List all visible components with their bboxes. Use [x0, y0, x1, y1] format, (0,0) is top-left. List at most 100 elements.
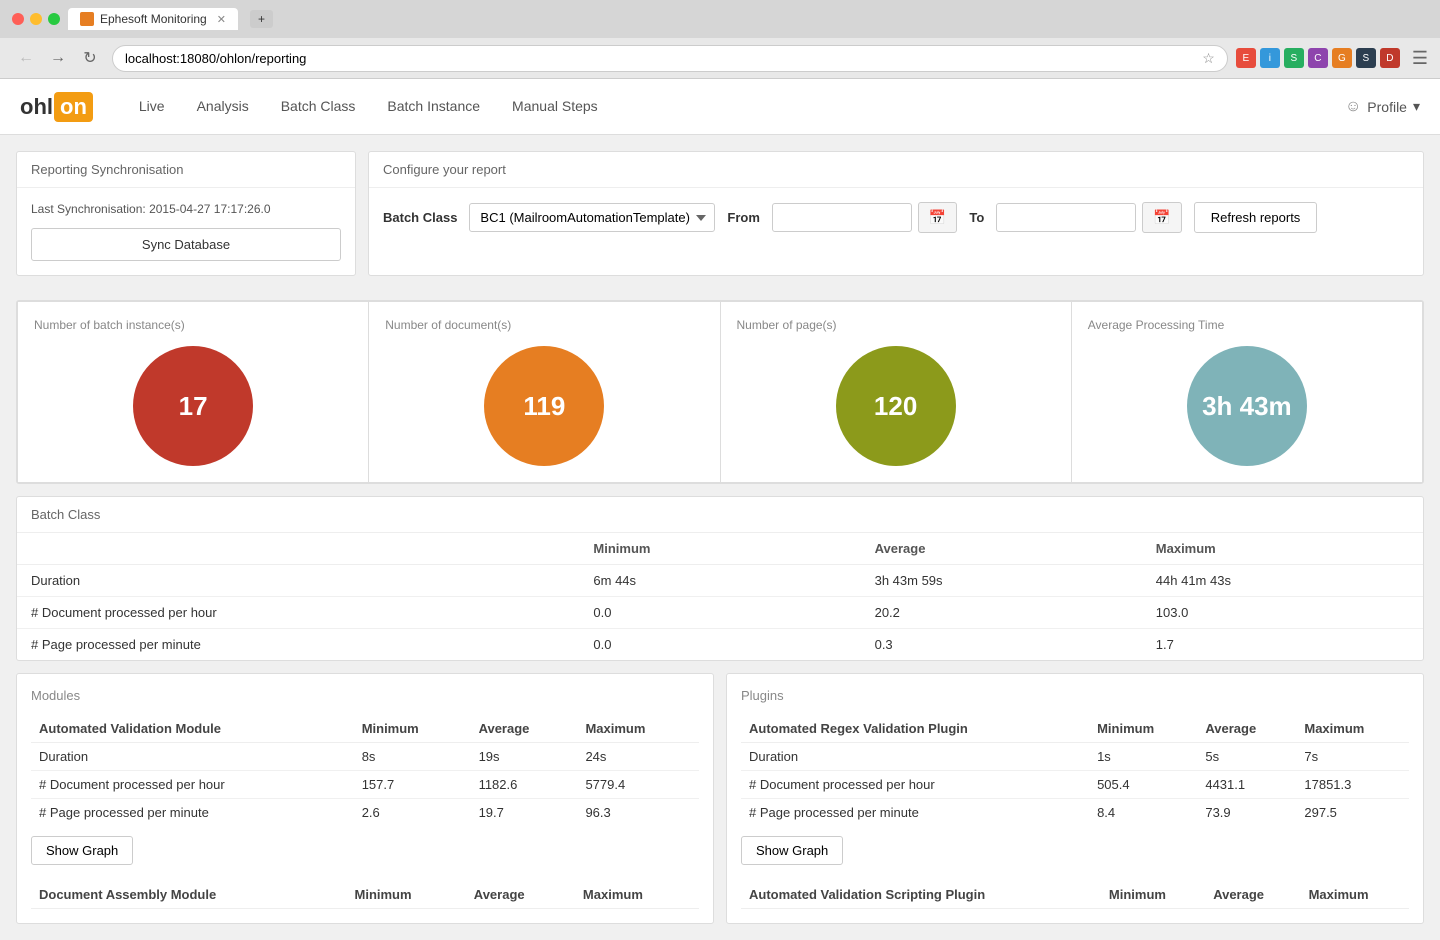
batch-class-panel-header: Batch Class: [17, 497, 1423, 533]
modules-panel: Modules Automated Validation Module Mini…: [16, 673, 714, 924]
batch-class-col-metric: [17, 533, 579, 565]
stat-label-processing-time: Average Processing Time: [1088, 318, 1225, 332]
avm-doc-per-hour-max: 5779.4: [577, 771, 699, 799]
extension-icon-6[interactable]: S: [1356, 48, 1376, 68]
stat-circle-wrap-pages: 120: [737, 346, 1055, 466]
nav-item-batch-class[interactable]: Batch Class: [265, 79, 372, 135]
stat-circle-wrap-batch-instances: 17: [34, 346, 352, 466]
avm-col-name: Automated Validation Module: [31, 715, 354, 743]
stat-card-pages: Number of page(s) 120: [721, 301, 1072, 483]
bottom-row: Modules Automated Validation Module Mini…: [16, 673, 1424, 924]
minimize-window-button[interactable]: [30, 13, 42, 25]
last-sync-text: Last Synchronisation: 2015-04-27 17:17:2…: [31, 202, 341, 216]
nav-item-manual-steps[interactable]: Manual Steps: [496, 79, 614, 135]
dam-header-row: Document Assembly Module Minimum Average…: [31, 881, 699, 909]
batch-class-panel: Batch Class Minimum Average Maximum Dura…: [16, 496, 1424, 661]
table-row: Duration 8s 19s 24s: [31, 743, 699, 771]
sync-panel-body: Last Synchronisation: 2015-04-27 17:17:2…: [17, 188, 355, 275]
arvp-header-row: Automated Regex Validation Plugin Minimu…: [741, 715, 1409, 743]
table-row: # Page processed per minute 2.6 19.7 96.…: [31, 799, 699, 827]
document-assembly-module-table: Document Assembly Module Minimum Average…: [31, 881, 699, 909]
extension-icon-2[interactable]: i: [1260, 48, 1280, 68]
avsp-header-row: Automated Validation Scripting Plugin Mi…: [741, 881, 1409, 909]
address-input[interactable]: [125, 51, 1196, 66]
arvp-doc-per-hour-max: 17851.3: [1296, 771, 1409, 799]
config-panel-title: Configure your report: [383, 162, 506, 177]
metric-page-per-min: # Page processed per minute: [17, 629, 579, 661]
profile-menu[interactable]: ☺ Profile ▾: [1345, 98, 1420, 116]
table-row: # Document processed per hour 505.4 4431…: [741, 771, 1409, 799]
stat-card-processing-time: Average Processing Time 3h 43m: [1072, 301, 1423, 483]
table-row: # Page processed per minute 0.0 0.3 1.7: [17, 629, 1423, 661]
batch-class-table: Minimum Average Maximum Duration 6m 44s …: [17, 533, 1423, 660]
stat-card-batch-instances: Number of batch instance(s) 17: [17, 301, 369, 483]
nav-item-live[interactable]: Live: [123, 79, 181, 135]
page-per-min-max: 1.7: [1142, 629, 1423, 661]
back-button[interactable]: ←: [12, 44, 40, 72]
config-panel-header: Configure your report: [369, 152, 1423, 188]
browser-window-controls: [12, 13, 60, 25]
refresh-reports-button[interactable]: Refresh reports: [1194, 202, 1318, 233]
to-calendar-button[interactable]: 📅: [1142, 202, 1181, 233]
batch-class-select[interactable]: BC1 (MailroomAutomationTemplate): [469, 203, 715, 232]
browser-tab[interactable]: Ephesoft Monitoring ✕: [68, 8, 238, 30]
avm-metric-page-per-min: # Page processed per minute: [31, 799, 354, 827]
sync-panel-header: Reporting Synchronisation: [17, 152, 355, 188]
close-window-button[interactable]: [12, 13, 24, 25]
sync-panel: Reporting Synchronisation Last Synchroni…: [16, 151, 356, 276]
avsp-col-name: Automated Validation Scripting Plugin: [741, 881, 1101, 909]
doc-per-hour-min: 0.0: [579, 597, 860, 629]
nav-item-analysis[interactable]: Analysis: [181, 79, 265, 135]
avsp-col-min: Minimum: [1101, 881, 1205, 909]
forward-button[interactable]: →: [44, 44, 72, 72]
tab-favicon: [80, 12, 94, 26]
profile-icon: ☺: [1345, 98, 1361, 116]
avm-duration-max: 24s: [577, 743, 699, 771]
duration-avg: 3h 43m 59s: [861, 565, 1142, 597]
arvp-doc-per-hour-min: 505.4: [1089, 771, 1197, 799]
arvp-col-name: Automated Regex Validation Plugin: [741, 715, 1089, 743]
from-date-input[interactable]: [772, 203, 912, 232]
plugins-panel: Plugins Automated Regex Validation Plugi…: [726, 673, 1424, 924]
tab-title: Ephesoft Monitoring: [100, 12, 207, 26]
automated-validation-scripting-plugin-table: Automated Validation Scripting Plugin Mi…: [741, 881, 1409, 909]
avm-doc-per-hour-min: 157.7: [354, 771, 471, 799]
extension-icon-5[interactable]: G: [1332, 48, 1352, 68]
nav-item-batch-instance[interactable]: Batch Instance: [371, 79, 496, 135]
arvp-col-avg: Average: [1197, 715, 1296, 743]
avm-col-avg: Average: [471, 715, 578, 743]
new-tab-button[interactable]: +: [250, 10, 273, 28]
reload-button[interactable]: ↻: [76, 44, 104, 72]
to-label: To: [969, 210, 984, 225]
extension-icon-3[interactable]: S: [1284, 48, 1304, 68]
extension-icon-7[interactable]: D: [1380, 48, 1400, 68]
to-date-group: 📅: [996, 202, 1181, 233]
browser-extensions: E i S C G S D: [1236, 48, 1400, 68]
tab-close-icon[interactable]: ✕: [217, 13, 226, 26]
sync-database-button[interactable]: Sync Database: [31, 228, 341, 261]
avm-metric-duration: Duration: [31, 743, 354, 771]
browser-menu-icon[interactable]: ☰: [1412, 48, 1428, 69]
batch-class-panel-body: Minimum Average Maximum Duration 6m 44s …: [17, 533, 1423, 660]
arvp-metric-duration: Duration: [741, 743, 1089, 771]
batch-class-table-header-row: Minimum Average Maximum: [17, 533, 1423, 565]
table-row: Duration 1s 5s 7s: [741, 743, 1409, 771]
modules-panel-header: Modules: [31, 688, 699, 703]
to-date-input[interactable]: [996, 203, 1136, 232]
extension-icon-4[interactable]: C: [1308, 48, 1328, 68]
avm-page-per-min-min: 2.6: [354, 799, 471, 827]
plugins-show-graph-button[interactable]: Show Graph: [741, 836, 843, 865]
modules-show-graph-button[interactable]: Show Graph: [31, 836, 133, 865]
arvp-metric-page-per-min: # Page processed per minute: [741, 799, 1089, 827]
bookmark-icon[interactable]: ☆: [1202, 50, 1215, 67]
browser-chrome: Ephesoft Monitoring ✕ + ← → ↻ ☆ E i S C …: [0, 0, 1440, 79]
stat-label-batch-instances: Number of batch instance(s): [34, 318, 185, 332]
batch-class-label: Batch Class: [383, 210, 457, 225]
address-bar[interactable]: ☆: [112, 45, 1228, 72]
avsp-col-avg: Average: [1205, 881, 1300, 909]
from-calendar-button[interactable]: 📅: [918, 202, 957, 233]
extension-icon-1[interactable]: E: [1236, 48, 1256, 68]
logo-on-badge: on: [54, 92, 93, 122]
stat-circle-wrap-documents: 119: [385, 346, 703, 466]
maximize-window-button[interactable]: [48, 13, 60, 25]
